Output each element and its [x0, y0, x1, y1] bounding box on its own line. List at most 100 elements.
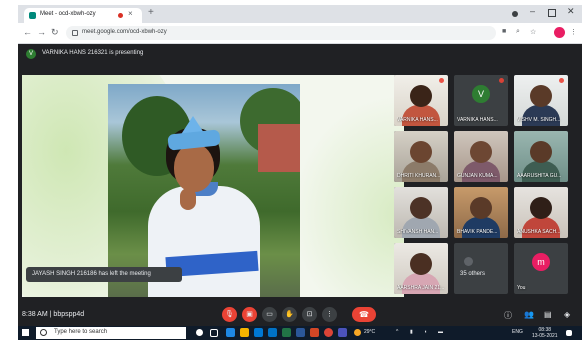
left-meeting-toast: JAYASH SINGH 216186 has left the meeting [26, 267, 182, 282]
tab-meet[interactable]: Meet - ocd-xbwh-ozy × [24, 8, 142, 23]
video-person [410, 85, 432, 107]
reload-icon[interactable]: ↻ [51, 27, 59, 38]
video-person [410, 253, 432, 275]
participant-tile[interactable]: AAARUSHITA GU... [514, 131, 568, 182]
captions-button[interactable]: ▭ [262, 307, 277, 322]
battery-icon[interactable]: ▬ [438, 329, 443, 335]
profile-avatar[interactable] [554, 27, 565, 38]
person-face [174, 144, 214, 192]
cortana-icon[interactable] [196, 329, 203, 336]
tab-title: Meet - ocd-xbwh-ozy [40, 11, 96, 17]
url-text: meet.google.com/ocd-xbwh-ozy [82, 29, 167, 35]
task-view-icon[interactable] [210, 329, 218, 337]
file-explorer-icon[interactable] [240, 328, 249, 337]
participant-tile[interactable]: VARNIKA HANS... [394, 75, 448, 126]
present-button[interactable]: ⊡ [302, 307, 317, 322]
participant-name: DHRITI KHURAN... [397, 173, 441, 179]
search-placeholder: Type here to search [54, 329, 108, 335]
clock-date: 13-05-2021 [532, 333, 558, 339]
video-person [530, 141, 552, 163]
presented-photo [108, 84, 300, 297]
participant-tile[interactable]: DHRITI KHURAN... [394, 131, 448, 182]
participant-name: VARNIKA HANS... [397, 117, 438, 123]
presenting-text: VARNIKA HANS 216321 is presenting [42, 50, 144, 56]
mic-off-icon [559, 78, 564, 83]
tray-chevron-icon[interactable]: ^ [396, 329, 398, 335]
more-options-button[interactable]: ⋮ [322, 307, 337, 322]
video-person [470, 197, 492, 219]
participant-name: VISHV M. SINGH... [517, 117, 561, 123]
raise-hand-button[interactable]: ✋ [282, 307, 297, 322]
minimize-button[interactable]: – [530, 6, 535, 16]
person-hand [180, 188, 196, 210]
mic-off-button[interactable]: 🎙 [222, 307, 237, 322]
video-person [410, 197, 432, 219]
camera-off-button[interactable]: ▣ [242, 307, 257, 322]
video-person [470, 141, 492, 163]
network-icon[interactable]: ▮ [410, 329, 413, 335]
language-indicator[interactable]: ENG [512, 329, 523, 335]
bookmark-star-icon[interactable]: ☆ [530, 28, 536, 36]
participant-tile-others[interactable]: 35 others [454, 243, 508, 294]
store-icon[interactable] [254, 328, 263, 337]
others-avatar-icon [464, 257, 473, 266]
participant-name: ANUSHKA SACH... [517, 229, 561, 235]
word-icon[interactable] [296, 328, 305, 337]
volume-icon[interactable]: ◖ [424, 329, 427, 335]
activities-icon[interactable]: ◈ [564, 310, 570, 319]
weather-temp: 29°C [364, 329, 376, 335]
teams-icon[interactable] [338, 328, 347, 337]
address-bar[interactable]: meet.google.com/ocd-xbwh-ozy [66, 26, 496, 40]
presentation-stage: JAYASH SINGH 216186 has left the meeting [22, 75, 404, 297]
camera-indicator-icon[interactable]: ■ [502, 28, 506, 35]
chrome-icon[interactable] [324, 328, 333, 337]
browser-window: Meet - ocd-xbwh-ozy × + – ✕ ← → ↻ meet.g… [18, 5, 582, 340]
mic-off-icon [499, 78, 504, 83]
zoom-icon[interactable]: ⌕ [516, 28, 520, 36]
notifications-icon[interactable] [566, 330, 572, 336]
participant-tile[interactable]: ANUSHKA SACH... [514, 187, 568, 238]
recording-dot-icon [118, 13, 123, 18]
meeting-separator: | [49, 311, 52, 318]
presenting-bar: V VARNIKA HANS 216321 is presenting [18, 44, 582, 64]
participant-tile[interactable]: GUNJAN KUMA... [454, 131, 508, 182]
building-shape [258, 124, 300, 172]
browser-menu-icon[interactable]: ⋮ [570, 28, 577, 36]
taskbar-search[interactable]: Type here to search [36, 327, 186, 339]
meeting-details-icon[interactable]: ⓘ [504, 310, 512, 321]
participant-tile[interactable]: SHIVANSH HAN... [394, 187, 448, 238]
video-person [530, 85, 552, 107]
windows-start-icon[interactable] [22, 329, 29, 336]
video-person [530, 197, 552, 219]
edge-icon[interactable] [226, 328, 235, 337]
mail-icon[interactable] [268, 328, 277, 337]
video-person [410, 141, 432, 163]
close-tab-icon[interactable]: × [128, 9, 133, 18]
search-icon [40, 329, 47, 336]
participant-name: AARSHRA JAIN 21... [397, 285, 445, 291]
participant-tile[interactable]: BHAVIK PANDE... [454, 187, 508, 238]
forward-icon[interactable]: → [37, 27, 46, 37]
meet-favicon-icon [29, 12, 36, 19]
participant-tile[interactable]: VISHV M. SINGH... [514, 75, 568, 126]
meet-control-bar: 8:38 AM | bbpspp4d 🎙 ▣ ▭ ✋ ⊡ ⋮ ☎ ⓘ 👥 ▤ ◈ [18, 304, 582, 326]
close-window-button[interactable]: ✕ [567, 6, 575, 17]
participant-tile-self[interactable]: m You [514, 243, 568, 294]
toast-text: JAYASH SINGH 216186 has left the meeting [32, 271, 151, 277]
excel-icon[interactable] [282, 328, 291, 337]
people-icon[interactable]: 👥 [524, 310, 534, 319]
new-tab-button[interactable]: + [148, 7, 154, 18]
meeting-code: bbpspp4d [53, 311, 85, 318]
chat-icon[interactable]: ▤ [544, 310, 552, 319]
presenter-avatar: V [26, 49, 36, 59]
participant-name: VARNIKA HANS... [457, 117, 498, 123]
back-icon[interactable]: ← [23, 27, 32, 37]
maximize-button[interactable] [548, 9, 556, 17]
participant-tile[interactable]: V VARNIKA HANS... [454, 75, 508, 126]
participant-tile[interactable]: AARSHRA JAIN 21... [394, 243, 448, 294]
leave-call-button[interactable]: ☎ [352, 307, 376, 322]
windows-taskbar: Type here to search 29°C ^ ▮ ◖ ▬ ENG 08:… [18, 326, 582, 340]
taskbar-clock[interactable]: 08:38 13-05-2021 [532, 327, 558, 339]
powerpoint-icon[interactable] [310, 328, 319, 337]
participant-name: You [517, 285, 526, 291]
